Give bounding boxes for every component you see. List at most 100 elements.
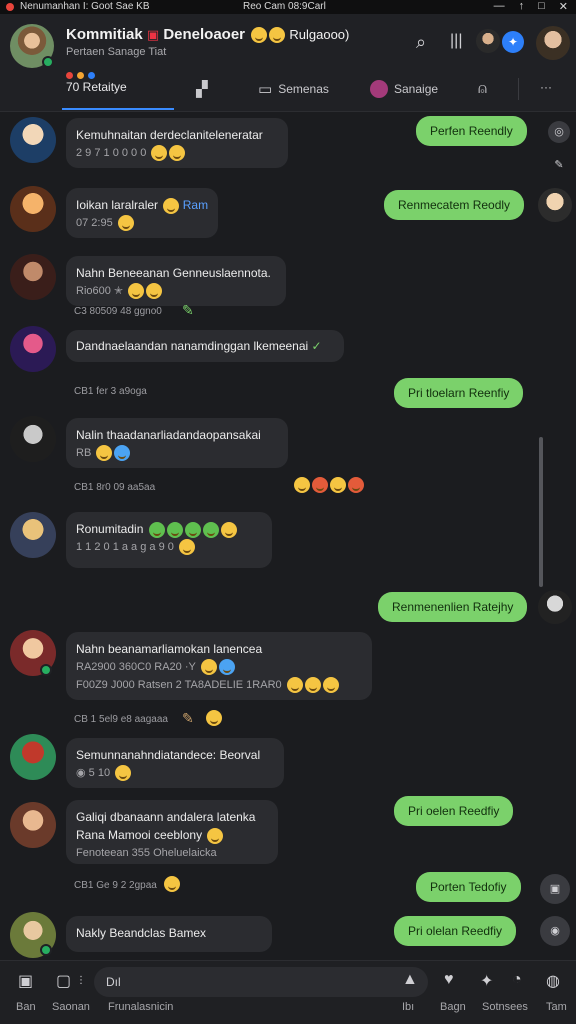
member-avatar[interactable] [476, 29, 500, 53]
timestamp: CB1 8r0 09 aa5aa [74, 482, 156, 493]
tab-likes[interactable]: ▞ [196, 80, 208, 98]
close-icon[interactable]: ✕ [559, 0, 568, 13]
status-bar: Nenumanhan I: Goot Sae KB Reo Cam 08:9Ca… [0, 0, 576, 14]
notification-badge[interactable]: ✦ [502, 31, 524, 53]
list-item[interactable]: Nalin thaadanarliadandaopansakai RB [66, 418, 288, 468]
chat-icon[interactable]: ◔ [512, 971, 522, 989]
timestamp: CB 1 5el9 e8 aagaaa [74, 714, 168, 725]
list-item[interactable]: Nakly Beandclas Bamex [66, 916, 272, 952]
check-icon: ✓ [311, 339, 322, 353]
profile-avatar[interactable] [536, 26, 570, 60]
avatar[interactable] [10, 512, 56, 558]
tab-user[interactable]: ⍝ [478, 80, 487, 97]
pin-icon[interactable]: ↑ [519, 0, 525, 13]
sent-message[interactable]: Pri tloelarn Reenfiy [394, 378, 524, 408]
toolbar-label: Saonan [52, 1001, 90, 1013]
avatar[interactable] [10, 254, 56, 300]
status-center-text: Reo Cam 08:9Carl [243, 1, 326, 12]
avatar-icon [370, 80, 388, 98]
chat-title: Kommitiak ▣ Deneloaoer Rulgaooo) [66, 26, 350, 44]
tab-semenas[interactable]: ▭ Semenas [258, 80, 329, 98]
sent-message[interactable]: Pri oelen Reedfiy [394, 796, 514, 826]
reaction-icon[interactable]: ◎ [548, 121, 570, 143]
tab-sanaige[interactable]: Sanaige [370, 80, 438, 98]
smile-emoji-icon [200, 659, 217, 676]
message-list[interactable]: Kemuhnaitan derdeclaniteleneratar 2 9 7 … [0, 112, 576, 960]
reaction-icon: ◉ [76, 767, 86, 779]
sticker-icon: ✎ [182, 302, 194, 318]
sent-message[interactable]: Renmecatem Reodly [384, 190, 525, 220]
smile-emoji-icon [220, 521, 237, 538]
avatar[interactable] [10, 326, 56, 372]
sent-message[interactable]: Pri olelan Reedfiy [394, 916, 517, 946]
flag-icon: ▣ [146, 27, 160, 42]
attach-icon[interactable]: ▢ [56, 971, 71, 991]
heart-icon[interactable]: ♥ [444, 971, 454, 989]
avatar[interactable] [10, 734, 56, 780]
smile-emoji-icon [312, 476, 328, 493]
smile-emoji-icon [169, 145, 186, 162]
toolbar-label: Ban [16, 1001, 36, 1013]
chat-icon: ▭ [258, 81, 273, 98]
list-item[interactable]: Ioikan laralraler Ram 07 2:95 [66, 188, 218, 238]
avatar[interactable] [10, 802, 56, 848]
chat-subtitle: Pertaen Sanage Tiat [66, 46, 167, 58]
smile-emoji-icon [322, 677, 339, 694]
smile-emoji-icon [163, 197, 180, 214]
smile-emoji-icon [178, 539, 195, 556]
image-icon[interactable]: ▣ [540, 874, 570, 904]
toolbar-label: Tam [546, 1001, 567, 1013]
tab-retaitye[interactable]: 70 Retaitye [66, 80, 127, 94]
maximize-icon[interactable]: □ [538, 0, 545, 13]
search-icon[interactable]: ⌕ [416, 32, 426, 53]
emoji-icon[interactable]: ✦ [480, 971, 493, 991]
timestamp: C3 80509 48 ggno0 [74, 306, 162, 317]
minimize-icon[interactable]: — [494, 0, 505, 13]
sent-message[interactable]: Porten Tedofiy [416, 872, 521, 902]
divider [518, 78, 519, 100]
tab-bar: 70 Retaitye ▞ ▭ Semenas Sanaige ⍝ ··· [0, 72, 576, 112]
list-item[interactable]: Dandnaelaandan nanamdinggan lkemeenai ✓ [66, 330, 344, 362]
tab-more[interactable]: ··· [540, 80, 552, 94]
list-item[interactable]: Nahn beanamarliamokan lanencea RA2900 36… [66, 632, 372, 700]
active-tab-indicator [62, 108, 174, 110]
emoji-reactions[interactable] [292, 476, 364, 494]
smile-emoji-icon [184, 521, 201, 538]
toolbar-label: Ibı [402, 1001, 415, 1013]
more-icon[interactable]: ⋮ [76, 975, 86, 986]
smile-emoji-icon [269, 27, 286, 44]
sent-message[interactable]: Perfen Reendly [416, 116, 527, 146]
sent-message[interactable]: Renmenenlien Ratejhy [378, 592, 528, 622]
avatar[interactable] [10, 117, 56, 163]
list-item[interactable]: Galiqi dbanaann andalera latenka Rana Ma… [66, 800, 278, 864]
list-item[interactable]: Semunnanahndiatandece: Beorval ◉ 5 10 [66, 738, 284, 788]
columns-icon[interactable]: ||| [450, 32, 462, 50]
avatar[interactable] [10, 186, 56, 232]
avatar[interactable] [10, 416, 56, 462]
smile-emoji-icon [207, 827, 224, 844]
smile-emoji-icon [128, 283, 145, 300]
mic-icon[interactable]: ▲ [402, 971, 418, 989]
toolbar-label: Bagn [440, 1001, 466, 1013]
settings-icon[interactable]: ◍ [546, 971, 560, 991]
list-item[interactable]: Nahn Beneeanan Genneuslaennota. Rio600 ✭ [66, 256, 286, 306]
smile-emoji-icon [115, 765, 132, 782]
smile-emoji-icon [114, 445, 131, 462]
toolbar-label: Frunalasnicin [108, 1001, 174, 1013]
avatar[interactable] [538, 188, 572, 222]
smile-emoji-icon [151, 145, 168, 162]
timestamp: CB1 fer 3 a9oga [74, 386, 147, 397]
scrollbar[interactable] [539, 437, 543, 587]
smile-emoji-icon [206, 710, 222, 726]
message-input[interactable]: Dıl [94, 967, 428, 997]
avatar[interactable] [538, 590, 572, 624]
edit-icon[interactable]: ✎ [548, 154, 570, 176]
toolbar-label: Sotnsees [482, 1001, 528, 1013]
smile-emoji-icon [148, 521, 165, 538]
camera-icon[interactable]: ▣ [18, 971, 33, 991]
sticker-icon: ✎ [182, 710, 194, 726]
list-item[interactable]: Ronumitadin 1 1 2 0 1 a a g a 9 0 [66, 512, 272, 568]
record-icon[interactable]: ◉ [540, 916, 570, 946]
list-item[interactable]: Kemuhnaitan derdeclaniteleneratar 2 9 7 … [66, 118, 288, 168]
timestamp: CB1 Ge 9 2 2gpaa [74, 880, 157, 891]
